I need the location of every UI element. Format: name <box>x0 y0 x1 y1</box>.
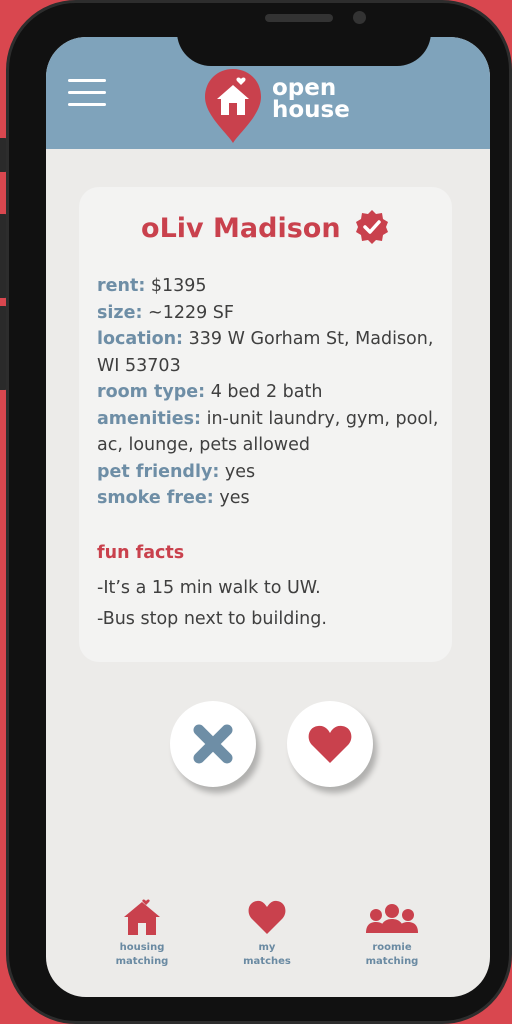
fun-facts-heading: fun facts <box>97 543 185 563</box>
detail-size: size: ~1229 SF <box>97 302 234 323</box>
listing-card: oLiv Madison rent: $1395 size: ~1229 SF … <box>79 187 452 662</box>
detail-pet-friendly: pet friendly: yes <box>97 461 256 482</box>
nav-housing-matching[interactable]: housing matching <box>87 897 197 969</box>
detail-rent: rent: $1395 <box>97 276 207 296</box>
phone-frame: open house oLiv Madison rent: $1395 size… <box>6 0 512 1024</box>
front-camera <box>353 11 366 24</box>
listing-title: oLiv Madison <box>79 209 452 245</box>
nav-label: my matches <box>243 942 291 967</box>
people-icon <box>366 904 418 933</box>
like-button[interactable] <box>287 701 373 787</box>
x-icon <box>193 724 233 764</box>
nav-my-matches[interactable]: my matches <box>212 897 322 969</box>
phone-notch <box>177 6 431 66</box>
heart-icon <box>248 900 286 934</box>
logo-line-1: open <box>272 75 337 101</box>
house-icon <box>124 899 160 935</box>
reject-button[interactable] <box>170 701 256 787</box>
fun-facts-list: -It’s a 15 min walk to UW. -Bus stop nex… <box>97 573 327 635</box>
listing-details: rent: $1395 size: ~1229 SF location: 339… <box>97 273 442 512</box>
house-pin-logo-icon <box>205 69 261 143</box>
speaker-grille <box>265 14 333 22</box>
app-logo-wordmark: open house <box>272 75 350 123</box>
logo-line-2: house <box>272 97 350 123</box>
hamburger-menu-icon[interactable] <box>68 79 106 107</box>
app-screen: open house oLiv Madison rent: $1395 size… <box>46 37 490 997</box>
detail-amenities: amenities: in-unit laundry, gym, pool, a… <box>97 408 439 456</box>
heart-icon <box>308 725 352 763</box>
nav-label: housing matching <box>115 942 169 967</box>
detail-smoke-free: smoke free: yes <box>97 488 250 508</box>
detail-location: location: 339 W Gorham St, Madison, WI 5… <box>97 329 434 376</box>
bottom-navigation: housing matching my matches roomie match… <box>46 897 490 997</box>
verified-badge-icon <box>355 209 388 244</box>
listing-name: oLiv Madison <box>141 213 341 244</box>
fun-fact-item: -It’s a 15 min walk to UW. <box>97 578 321 598</box>
nav-label: roomie matching <box>365 942 419 967</box>
nav-roomie-matching[interactable]: roomie matching <box>337 897 447 969</box>
fun-fact-item: -Bus stop next to building. <box>97 609 327 629</box>
detail-room-type: room type: 4 bed 2 bath <box>97 382 323 402</box>
